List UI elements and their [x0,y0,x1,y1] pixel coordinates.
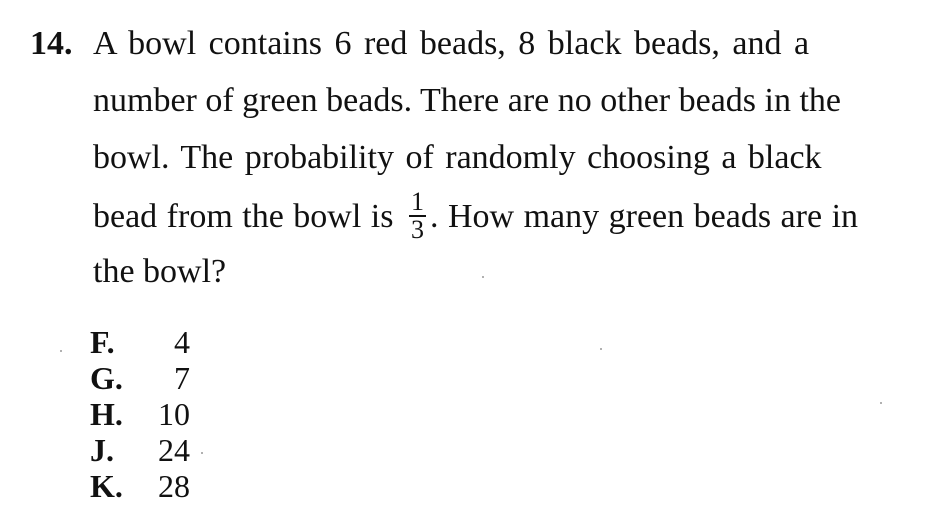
question-text-line-4-end: . How many green beads are in [430,197,859,235]
scan-speck [201,452,203,454]
choice-letter: J. [90,432,114,468]
question-text-line-2: number of green beads. There are no othe… [93,82,842,119]
choice-value: 7 [174,360,190,396]
question-block: 14. A bowl contains 6 red beads, 8 black… [0,0,929,518]
question-text-line-3: bowl. The probability of randomly choosi… [93,139,822,176]
choice-value: 24 [158,432,190,468]
question-text-line-4-start: bead from the bowl is [93,197,394,235]
choice-value: 28 [158,468,190,504]
choice-letter: F. [90,324,115,360]
fraction: 1 3 [409,187,426,244]
scan-speck [60,350,62,352]
choice-letter: K. [90,468,123,504]
fraction-denominator: 3 [411,215,424,244]
scan-speck [880,402,882,404]
question-text-line-5: the bowl? [93,253,227,290]
question-text-line-1: A bowl contains 6 red beads, 8 black bea… [93,25,810,62]
question-text-line-4: bead from the bowl is 1 3 . How many gre… [93,187,859,245]
fraction-numerator: 1 [409,187,426,217]
scan-speck [600,348,602,350]
question-number: 14. [30,25,73,62]
scan-speck [482,276,484,278]
choice-letter: H. [90,396,123,432]
choice-value: 4 [174,324,190,360]
choice-letter: G. [90,360,123,396]
choice-value: 10 [158,396,190,432]
